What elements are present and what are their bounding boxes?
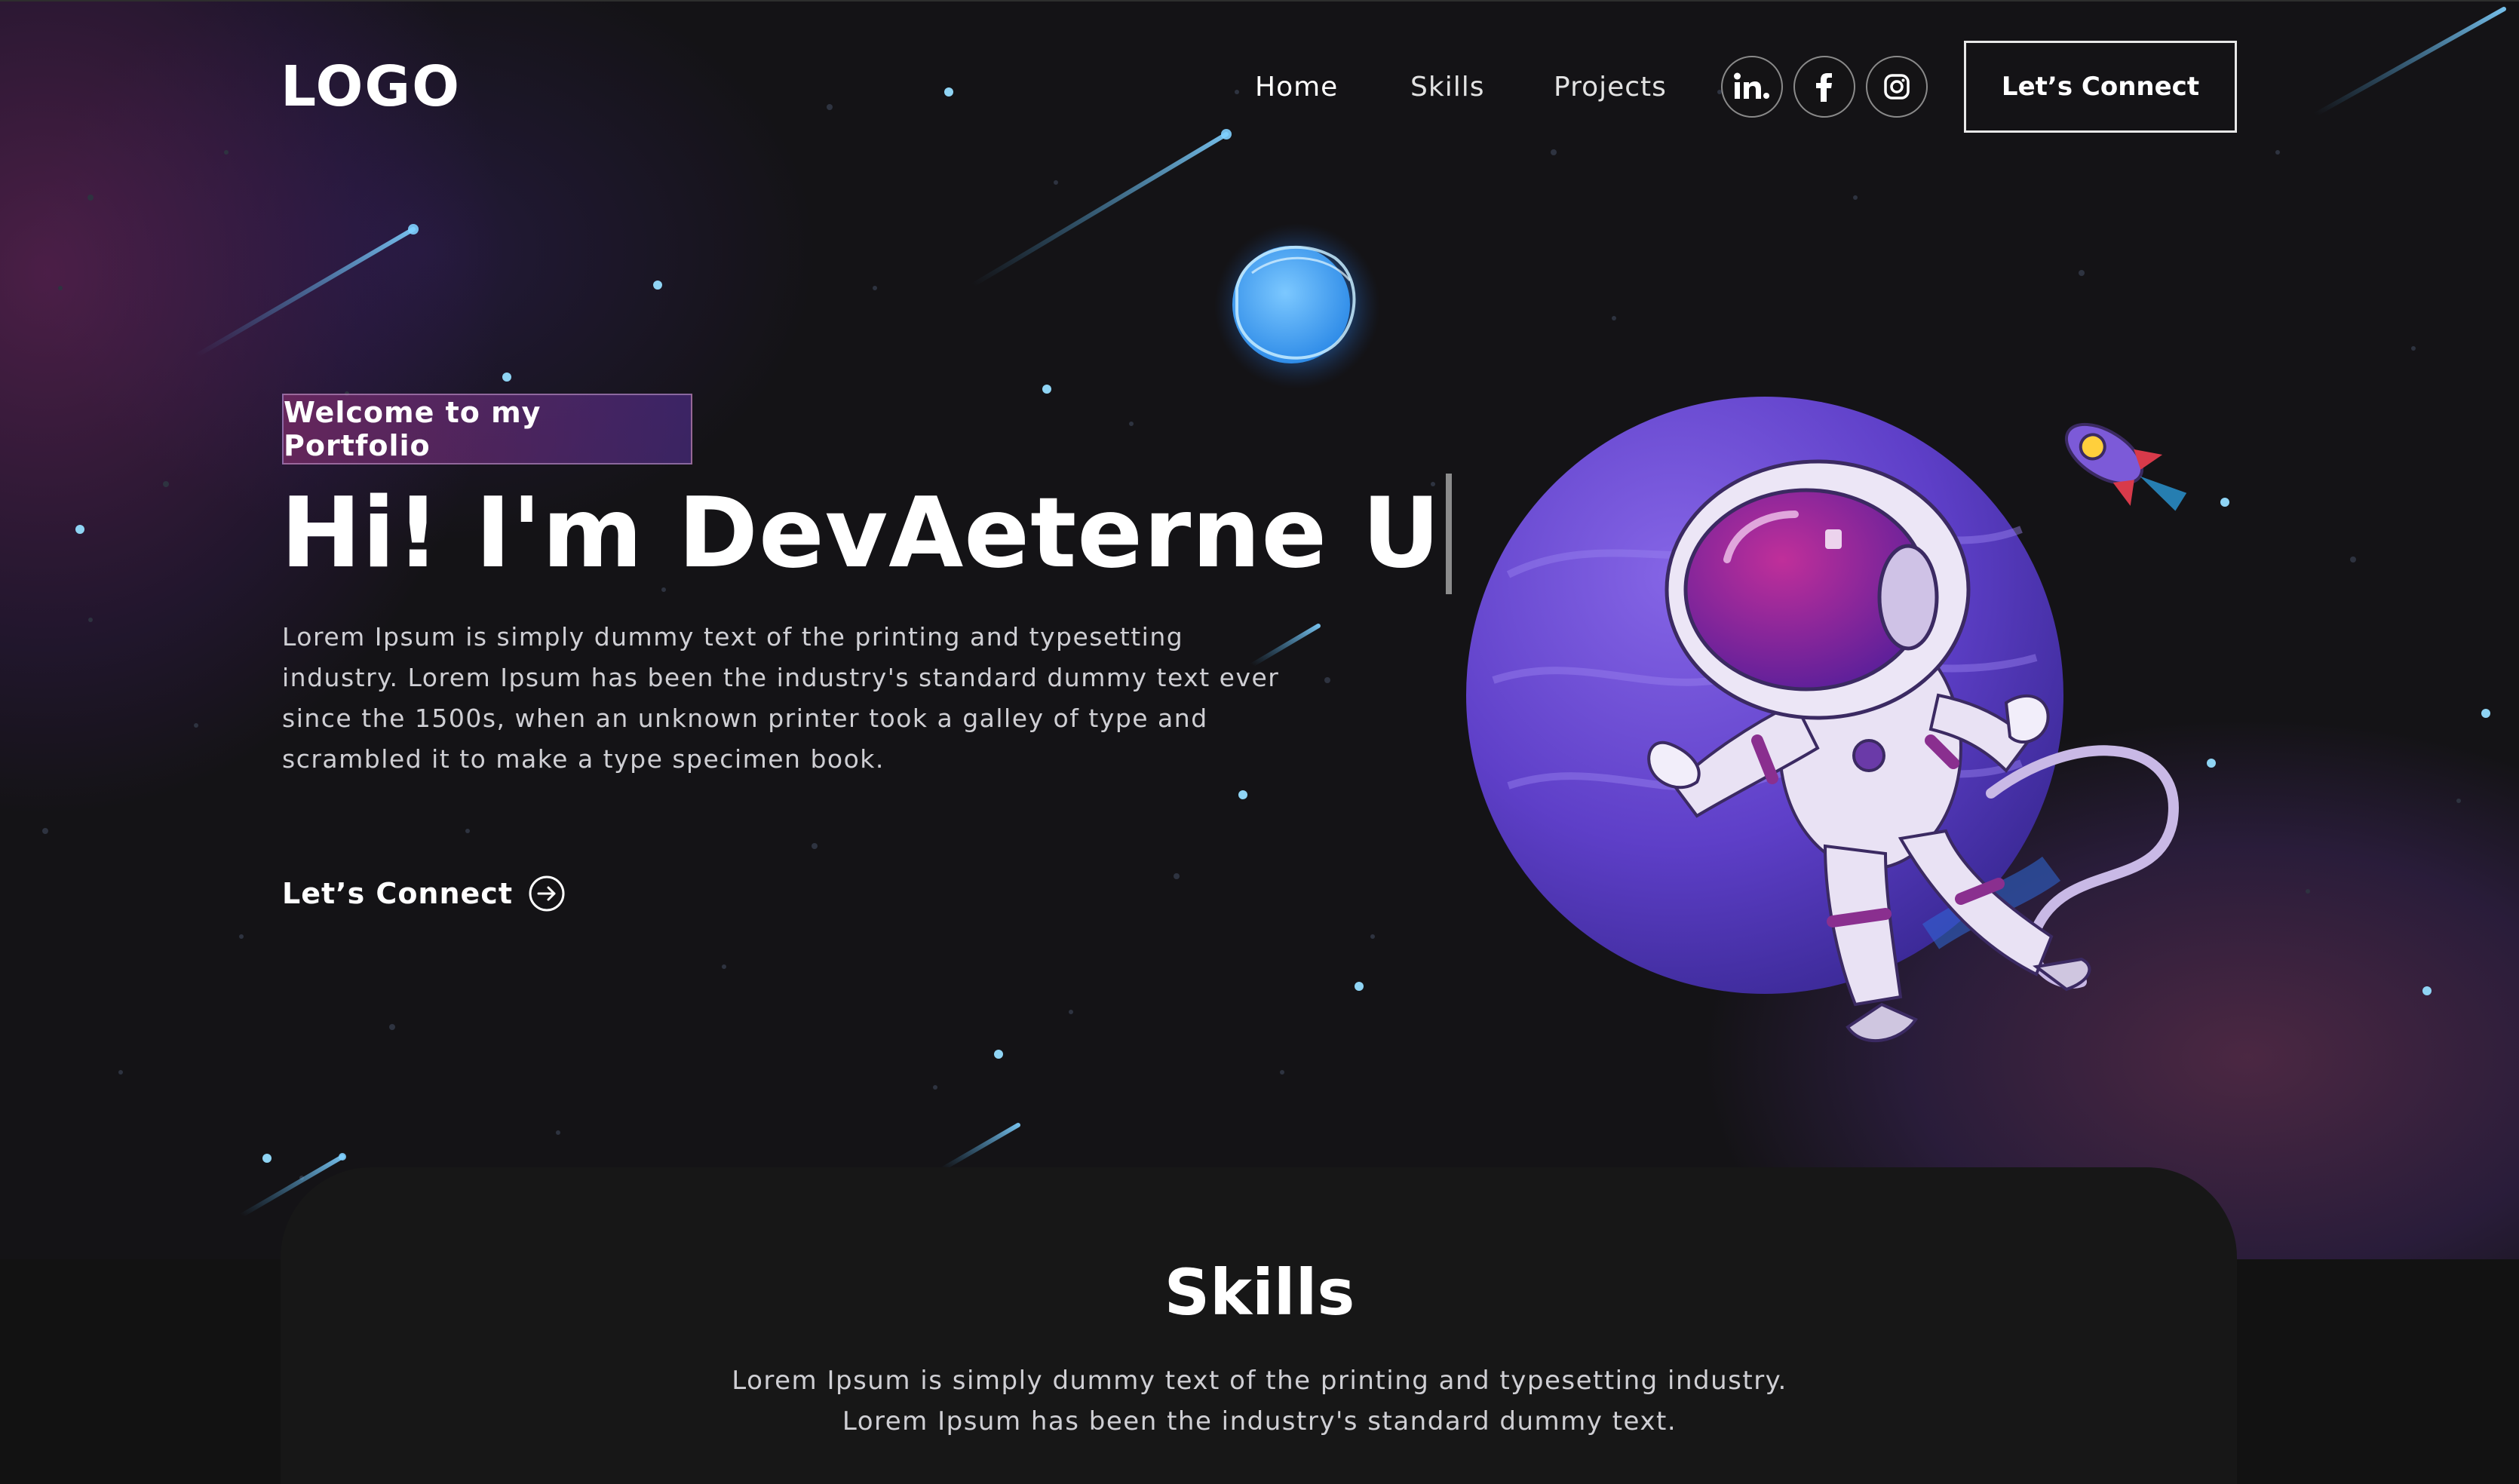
lets-connect-hero-label: Let’s Connect <box>282 877 513 910</box>
welcome-tagline: Welcome to my Portfolio <box>282 394 692 465</box>
skills-description-line-2: Lorem Ipsum has been the industry's stan… <box>842 1406 1677 1436</box>
nav-link-projects[interactable]: Projects <box>1554 69 1667 106</box>
lets-connect-nav-button[interactable]: Let’s Connect <box>1964 41 2237 133</box>
instagram-icon <box>1884 74 1910 100</box>
linkedin-icon <box>1734 72 1769 99</box>
skills-description-line-1: Lorem Ipsum is simply dummy text of the … <box>732 1366 1787 1396</box>
skills-title: Skills <box>1164 1256 1355 1329</box>
hero-title-text: Hi! I'm DevAeterne U <box>281 477 1441 590</box>
arrow-right-circle-icon <box>528 875 566 912</box>
typing-cursor <box>1445 474 1452 594</box>
hero-title: Hi! I'm DevAeterne U <box>281 474 1452 594</box>
facebook-icon <box>1816 73 1832 102</box>
linkedin-button[interactable] <box>1721 56 1783 118</box>
hero-description: Lorem Ipsum is simply dummy text of the … <box>282 622 1280 774</box>
skills-description: Lorem Ipsum is simply dummy text of the … <box>0 1360 2519 1442</box>
lets-connect-hero-button[interactable]: Let’s Connect <box>282 875 566 912</box>
instagram-button[interactable] <box>1866 56 1928 118</box>
facebook-button[interactable] <box>1793 56 1855 118</box>
nav-link-skills[interactable]: Skills <box>1410 69 1484 106</box>
nav-link-home[interactable]: Home <box>1255 69 1338 106</box>
logo[interactable]: LOGO <box>281 54 461 119</box>
